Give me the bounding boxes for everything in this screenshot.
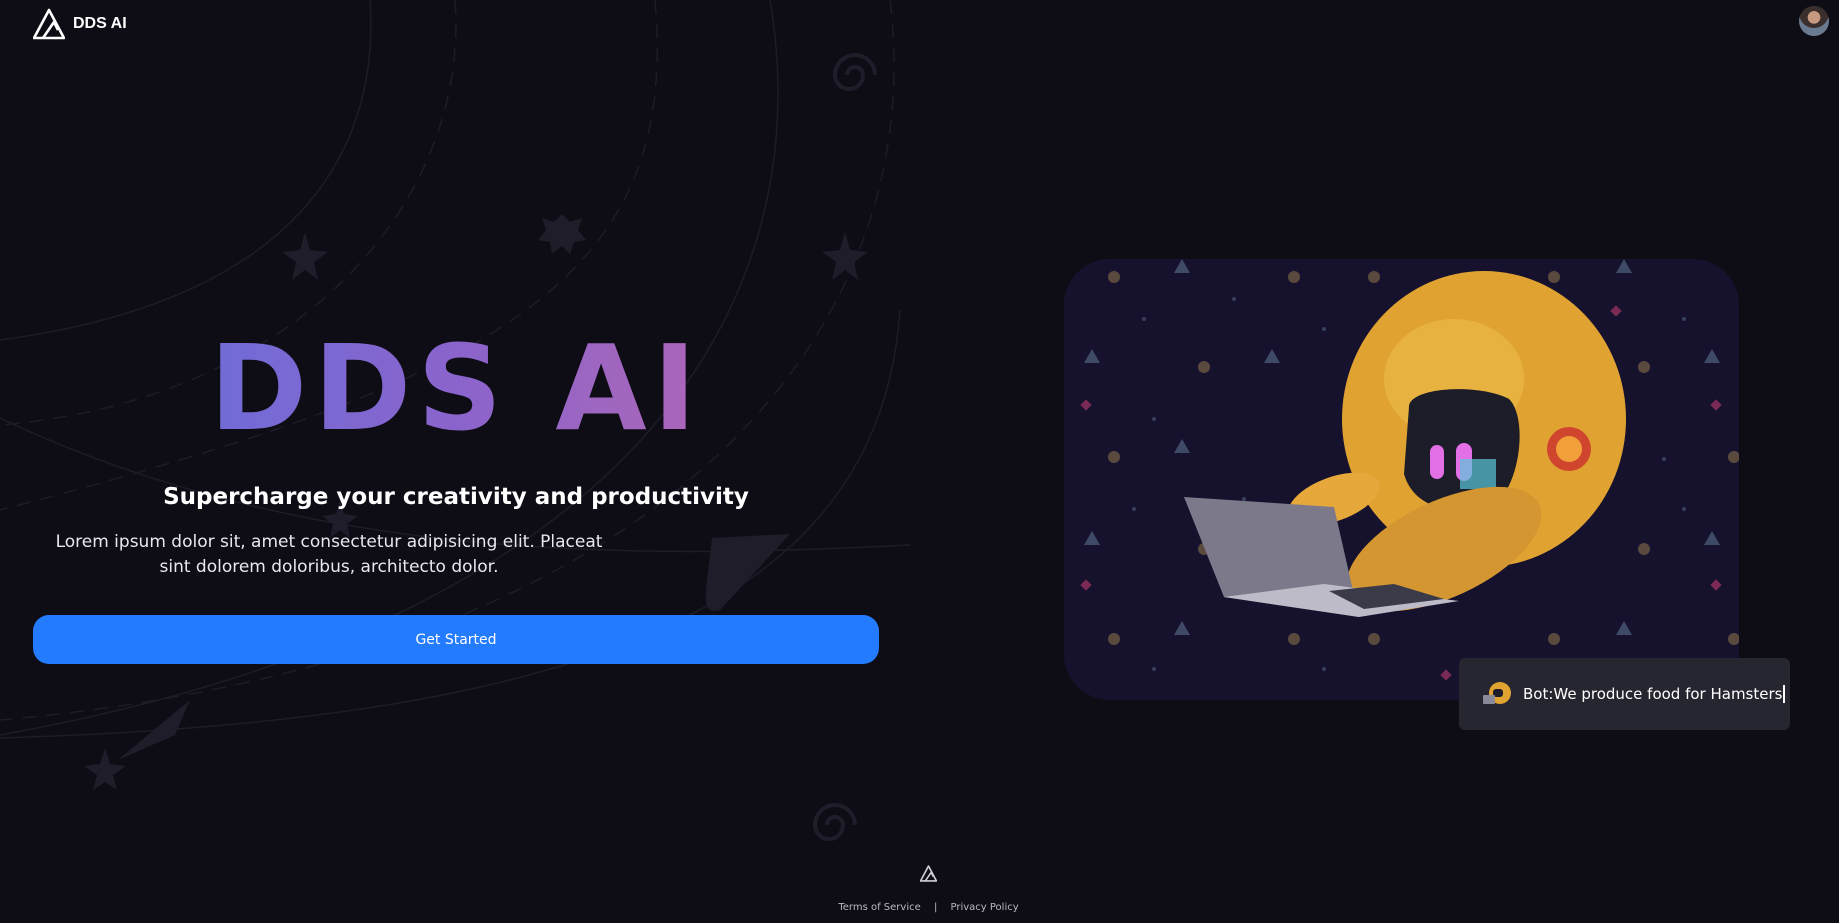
footer-links: Terms of Service | Privacy Policy: [0, 902, 1839, 913]
hero-image: [1064, 259, 1739, 700]
avatar[interactable]: [1799, 6, 1829, 36]
brand[interactable]: DDS AI: [33, 8, 127, 40]
hero-subtitle: Supercharge your creativity and producti…: [163, 484, 749, 510]
terms-of-service-link[interactable]: Terms of Service: [838, 902, 920, 913]
get-started-button[interactable]: Get Started: [33, 615, 879, 664]
brand-name: DDS AI: [73, 15, 127, 32]
landing-page: DDS AI DDS AI Supercharge your creativit…: [0, 0, 1839, 923]
text-caret: [1783, 685, 1786, 704]
chat-message: Bot:We produce food for Hamsters: [1523, 685, 1786, 704]
robot-icon: [1483, 682, 1511, 704]
hero-title: DDS AI: [0, 318, 912, 458]
top-navbar: DDS AI: [0, 0, 1839, 48]
robot-illustration: [1064, 259, 1739, 700]
privacy-policy-link[interactable]: Privacy Policy: [951, 902, 1019, 913]
logo-icon: [33, 8, 65, 40]
chat-bubble: Bot:We produce food for Hamsters: [1459, 658, 1790, 730]
footer-separator: |: [933, 902, 938, 913]
hero-description: Lorem ipsum dolor sit, amet consectetur …: [55, 532, 603, 577]
background-decoration: [0, 0, 911, 841]
footer-logo-icon: [920, 865, 937, 882]
